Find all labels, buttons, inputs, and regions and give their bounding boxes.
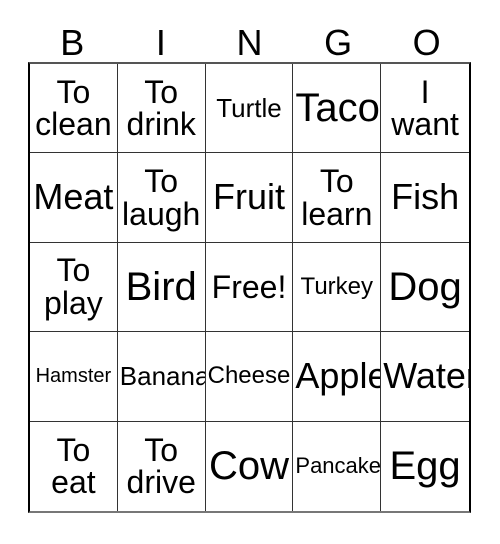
bingo-cell-r2c3[interactable]: Fruit bbox=[205, 153, 294, 243]
bingo-cell-r1c4[interactable]: Taco bbox=[293, 64, 382, 154]
bingo-cell-r3c2[interactable]: Bird bbox=[117, 242, 206, 333]
bingo-header-row: B I N G O bbox=[28, 14, 471, 62]
bingo-free-space-label: Free! bbox=[211, 268, 287, 305]
bingo-cell-label: Meat bbox=[33, 176, 114, 218]
bingo-cell-r2c1[interactable]: Meat bbox=[30, 153, 118, 243]
bingo-cell-label: Dog bbox=[388, 264, 462, 309]
bingo-header-letter-b: B bbox=[60, 22, 85, 63]
bingo-cell-label: To drink bbox=[126, 73, 196, 143]
bingo-cell-label: Cow bbox=[208, 443, 289, 488]
bingo-cell-r3c1[interactable]: To play bbox=[30, 242, 118, 333]
bingo-cell-r1c2[interactable]: To drink bbox=[117, 64, 206, 154]
bingo-cell-label: I want bbox=[391, 73, 459, 143]
bingo-cell-label: Hamster bbox=[35, 365, 112, 388]
bingo-header-letter-i: I bbox=[155, 22, 166, 63]
bingo-header-letter-o: O bbox=[412, 22, 441, 63]
bingo-cell-label: To eat bbox=[51, 431, 96, 501]
bingo-cell-r3c5[interactable]: Dog bbox=[381, 242, 469, 333]
bingo-cell-r2c4[interactable]: To learn bbox=[293, 153, 382, 243]
bingo-header-letter-n: N bbox=[236, 22, 263, 63]
bingo-cell-r4c1[interactable]: Hamster bbox=[30, 332, 118, 422]
bingo-card: B I N G O To clean To drink Turtle Taco … bbox=[0, 0, 500, 544]
bingo-cell-r1c5[interactable]: I want bbox=[381, 64, 469, 154]
bingo-cell-r5c2[interactable]: To drive bbox=[117, 421, 206, 511]
bingo-cell-label: Turkey bbox=[300, 272, 374, 300]
bingo-cell-r5c4[interactable]: Pancake bbox=[293, 421, 382, 511]
bingo-cell-label: To drive bbox=[126, 431, 196, 501]
bingo-cell-r4c3[interactable]: Cheese bbox=[205, 332, 294, 422]
bingo-cell-label: To laugh bbox=[122, 162, 201, 232]
bingo-cell-label: Taco bbox=[295, 85, 380, 130]
bingo-cell-label: Water bbox=[383, 355, 469, 397]
bingo-cell-r2c5[interactable]: Fish bbox=[381, 153, 469, 243]
bingo-cell-label: Fruit bbox=[212, 176, 285, 218]
bingo-cell-label: To learn bbox=[301, 162, 373, 232]
bingo-cell-label: Cheese bbox=[207, 362, 291, 390]
bingo-cell-r5c1[interactable]: To eat bbox=[30, 421, 118, 511]
bingo-cell-label: Turtle bbox=[216, 92, 282, 123]
bingo-cell-label: To clean bbox=[35, 73, 112, 143]
bingo-cell-label: Pancake bbox=[295, 453, 382, 479]
bingo-cell-r1c3[interactable]: Turtle bbox=[205, 64, 294, 154]
bingo-cell-label: Fish bbox=[391, 176, 460, 218]
bingo-cell-free-space[interactable]: Free! bbox=[205, 242, 294, 333]
bingo-cell-r4c5[interactable]: Water bbox=[381, 332, 469, 422]
bingo-cell-r3c4[interactable]: Turkey bbox=[293, 242, 382, 333]
bingo-cell-r1c1[interactable]: To clean bbox=[30, 64, 118, 154]
bingo-cell-label: Apple bbox=[295, 355, 382, 397]
bingo-cell-r5c3[interactable]: Cow bbox=[205, 421, 294, 511]
bingo-cell-r5c5[interactable]: Egg bbox=[381, 421, 469, 511]
bingo-cell-label: Bird bbox=[125, 264, 197, 309]
bingo-grid: To clean To drink Turtle Taco I want Mea… bbox=[28, 62, 471, 513]
bingo-header-letter-g: G bbox=[324, 22, 353, 63]
bingo-cell-r4c2[interactable]: Banana bbox=[117, 332, 206, 422]
bingo-cell-label: To play bbox=[44, 252, 103, 321]
bingo-cell-label: Banana bbox=[119, 361, 206, 392]
bingo-cell-r4c4[interactable]: Apple bbox=[293, 332, 382, 422]
bingo-cell-label: Egg bbox=[389, 443, 461, 488]
bingo-cell-r2c2[interactable]: To laugh bbox=[117, 153, 206, 243]
